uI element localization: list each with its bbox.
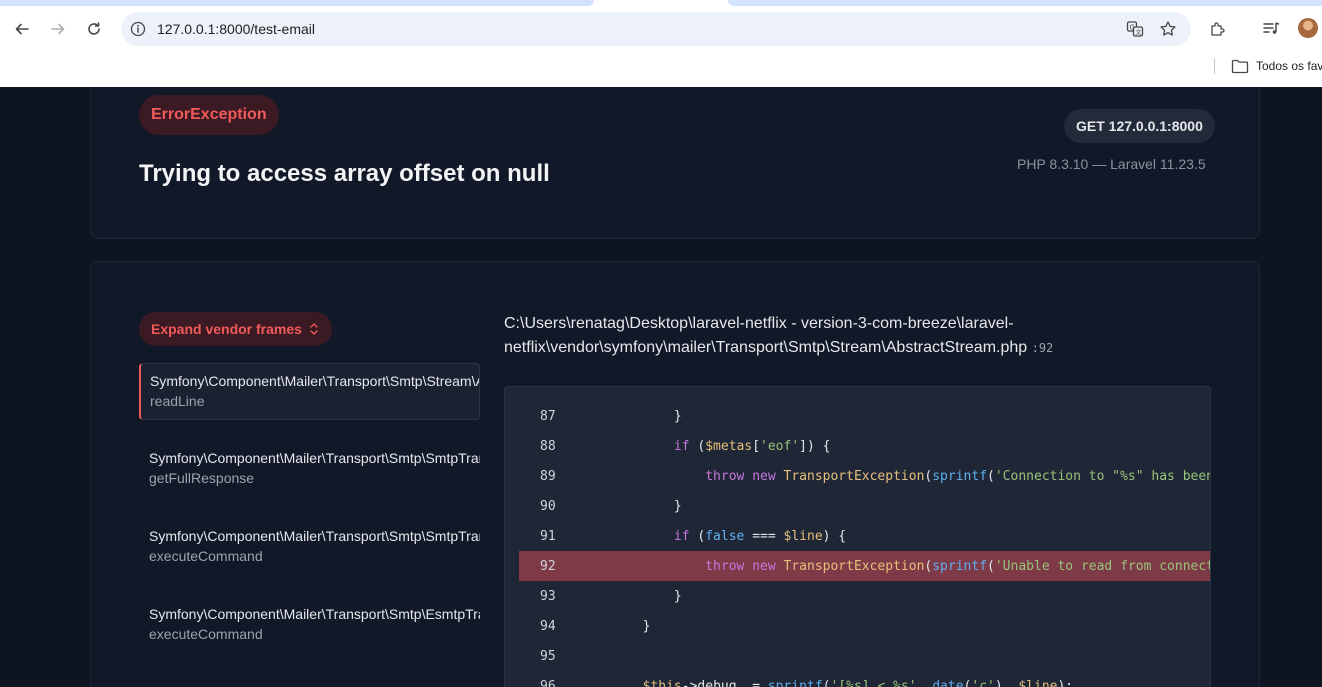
line-number: 95 xyxy=(540,648,556,664)
code-line: 94 } xyxy=(505,611,1210,641)
browser-toolbar: 127.0.0.1:8000/test-email G文 xyxy=(0,6,1322,52)
code-text: } xyxy=(642,618,651,634)
frame-method: executeCommand xyxy=(149,548,263,564)
address-bar[interactable]: 127.0.0.1:8000/test-email G文 xyxy=(121,12,1191,46)
bookmark-star-icon[interactable] xyxy=(1159,20,1177,38)
code-text: if ($metas['eof']) { xyxy=(673,438,831,454)
frame-method: getFullResponse xyxy=(149,470,255,486)
code-line: 90 } xyxy=(505,491,1210,521)
expand-vendor-frames-label: Expand vendor frames xyxy=(151,321,302,337)
line-number: 89 xyxy=(540,468,556,484)
stack-frame[interactable]: Symfony\Component\Mailer\Transport\Smtp\… xyxy=(139,519,480,576)
line-number: 92 xyxy=(540,558,556,574)
frame-class: Symfony\Component\Mailer\Transport\Smtp\… xyxy=(149,528,480,544)
line-number: 91 xyxy=(540,528,556,544)
line-number: 88 xyxy=(540,438,556,454)
exception-type-badge: ErrorException xyxy=(139,95,279,135)
svg-text:文: 文 xyxy=(1136,29,1142,37)
code-text: } xyxy=(673,588,682,604)
code-line: 88 if ($metas['eof']) { xyxy=(505,431,1210,461)
line-number: 87 xyxy=(540,408,556,424)
reload-icon[interactable] xyxy=(82,17,106,41)
profile-avatar[interactable] xyxy=(1298,18,1318,38)
frame-class: Symfony\Component\Mailer\Transport\Smtp\… xyxy=(149,606,480,622)
code-line: 96 $this->debug .= sprintf('[%s] < %s', … xyxy=(505,671,1210,687)
svg-text:G: G xyxy=(1130,24,1135,32)
forward-icon[interactable] xyxy=(46,17,70,41)
stack-frame[interactable]: Symfony\Component\Mailer\Transport\Smtp\… xyxy=(139,597,480,654)
request-badge: GET 127.0.0.1:8000 xyxy=(1064,109,1215,143)
url-text[interactable]: 127.0.0.1:8000/test-email xyxy=(157,21,315,37)
puzzle-icon[interactable] xyxy=(1206,17,1230,41)
back-icon[interactable] xyxy=(10,17,34,41)
code-text: throw new TransportException(sprintf('Un… xyxy=(705,558,1210,574)
code-line: 93 } xyxy=(505,581,1210,611)
code-line: 95 xyxy=(505,641,1210,671)
stack-frame-list: Symfony\Component\Mailer\Transport\Smtp\… xyxy=(139,363,480,675)
line-number: 96 xyxy=(540,678,556,687)
code-text: $this->debug .= sprintf('[%s] < %s', dat… xyxy=(642,678,1074,687)
bookmarks-bar: Todos os fav xyxy=(0,52,1322,87)
code-text: throw new TransportException(sprintf('Co… xyxy=(705,468,1211,484)
translate-icon[interactable]: G文 xyxy=(1126,20,1144,38)
code-line: 89 throw new TransportException(sprintf(… xyxy=(505,461,1211,491)
site-info-icon[interactable] xyxy=(129,20,147,38)
code-text: } xyxy=(673,498,682,514)
code-line-highlighted: 92 throw new TransportException(sprintf(… xyxy=(519,551,1210,581)
bookmark-folder-label[interactable]: Todos os fav xyxy=(1256,59,1322,73)
file-path-text: C:\Users\renatag\Desktop\laravel-netflix… xyxy=(504,315,1028,356)
bookmarks-separator xyxy=(1214,58,1215,74)
stack-frame[interactable]: Symfony\Component\Mailer\Transport\Smtp\… xyxy=(139,363,480,420)
code-line: 91 if (false === $line) { xyxy=(505,521,1210,551)
error-message: Trying to access array offset on null xyxy=(139,160,550,187)
expand-vendor-frames-button[interactable]: Expand vendor frames xyxy=(139,312,332,346)
folder-icon[interactable] xyxy=(1231,58,1249,74)
line-number: 94 xyxy=(540,618,556,634)
file-path: C:\Users\renatag\Desktop\laravel-netflix… xyxy=(504,312,1104,360)
file-line-number: :92 xyxy=(1031,341,1054,355)
code-text: if (false === $line) { xyxy=(673,528,847,544)
frame-method: executeCommand xyxy=(149,626,263,642)
stack-frame[interactable]: Symfony\Component\Mailer\Transport\Smtp\… xyxy=(139,441,480,498)
line-number: 90 xyxy=(540,498,556,514)
code-line: 87 } xyxy=(505,401,1210,431)
frame-class: Symfony\Component\Mailer\Transport\Smtp\… xyxy=(150,373,479,389)
code-text: } xyxy=(673,408,682,424)
page-viewport: ErrorException Trying to access array of… xyxy=(0,87,1322,687)
line-number: 93 xyxy=(540,588,556,604)
frame-class: Symfony\Component\Mailer\Transport\Smtp\… xyxy=(149,450,480,466)
version-info: PHP 8.3.10 — Laravel 11.23.5 xyxy=(1017,156,1206,172)
code-snippet: 87 } 88 if ($metas['eof']) {89 throw new … xyxy=(504,386,1211,687)
media-control-icon[interactable] xyxy=(1259,17,1283,41)
chevron-up-down-icon xyxy=(310,323,318,335)
frame-method: readLine xyxy=(150,393,205,409)
